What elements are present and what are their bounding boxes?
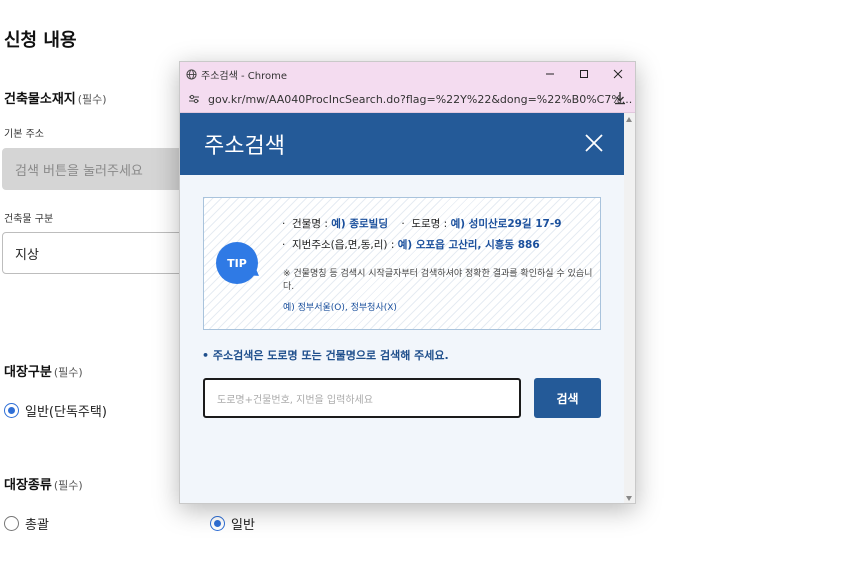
base-address-field: 검색 버튼을 눌러주세요 bbox=[2, 148, 202, 190]
tip-lot-label: 지번주소(읍,면,동,리) : bbox=[292, 239, 398, 251]
building-type-value: 지상 bbox=[15, 247, 39, 263]
ledger-type-option: 일반(단독주택) bbox=[25, 405, 107, 420]
minimize-icon[interactable] bbox=[533, 62, 567, 86]
base-address-label: 기본 주소 bbox=[4, 129, 44, 140]
chrome-globe-icon bbox=[186, 68, 197, 80]
tip-lot-example: 예) 오포읍 고산리, 시흥동 886 bbox=[397, 239, 540, 251]
ledger-kind-radio-general[interactable]: 일반 bbox=[210, 514, 255, 533]
search-input-placeholder: 도로명+건물번호, 지번을 입력하세요 bbox=[217, 394, 373, 406]
tip-building-label: 건물명 : bbox=[292, 218, 332, 230]
address-search-header: 주소검색 bbox=[180, 113, 624, 175]
close-window-icon[interactable] bbox=[601, 62, 635, 86]
search-guide: • 주소검색은 도로명 또는 건물명으로 검색해 주세요. bbox=[202, 349, 449, 362]
radio-unselected-icon bbox=[4, 516, 19, 531]
building-type-select[interactable]: 지상 bbox=[2, 232, 202, 274]
site-info-icon[interactable] bbox=[188, 93, 200, 105]
search-guide-text: 주소검색은 도로명 또는 건물명으로 검색해 주세요. bbox=[212, 349, 449, 362]
ledger-kind-radio-total[interactable]: 총괄 bbox=[4, 514, 49, 533]
ledger-kind-option-total: 총괄 bbox=[25, 518, 49, 533]
tip-line-1: · 건물명 : 예) 종로빌딩 · 도로명 : 예) 성미산로29길 17-9 bbox=[282, 218, 562, 230]
address-search-popup-window: 주소검색 - Chrome gov.kr/mw/AA040ProcIncSear… bbox=[179, 61, 636, 504]
tip-note-example: 예) 정부서울(O), 정부청사(X) bbox=[283, 303, 397, 313]
page-title: 신청 내용 bbox=[4, 30, 77, 51]
download-icon[interactable] bbox=[613, 90, 627, 106]
ledger-type-heading: 대장구분 (필수) bbox=[4, 361, 83, 380]
ledger-kind-heading: 대장종류 (필수) bbox=[4, 474, 83, 493]
base-address-placeholder: 검색 버튼을 눌러주세요 bbox=[15, 163, 143, 179]
tip-badge: TIP bbox=[216, 242, 258, 284]
required-badge: (필수) bbox=[53, 479, 83, 492]
building-location-label: 건축물소재지 bbox=[4, 92, 76, 107]
address-search-input[interactable]: 도로명+건물번호, 지번을 입력하세요 bbox=[203, 378, 521, 418]
window-titlebar: 주소검색 - Chrome bbox=[180, 62, 635, 86]
building-type-label: 건축물 구분 bbox=[4, 214, 54, 225]
maximize-icon[interactable] bbox=[567, 62, 601, 86]
radio-selected-icon bbox=[4, 403, 19, 418]
address-search-title: 주소검색 bbox=[204, 134, 285, 159]
scroll-down-icon[interactable] bbox=[626, 496, 632, 501]
building-location-heading: 건축물소재지 (필수) bbox=[4, 88, 107, 107]
tip-badge-label: TIP bbox=[227, 256, 247, 270]
scroll-up-icon[interactable] bbox=[626, 117, 632, 122]
required-badge: (필수) bbox=[53, 366, 83, 379]
ledger-type-radio-general[interactable]: 일반(단독주택) bbox=[4, 401, 107, 420]
tip-building-example: 예) 종로빌딩 bbox=[331, 218, 388, 230]
address-bar[interactable]: gov.kr/mw/AA040ProcIncSearch.do?flag=%22… bbox=[180, 86, 635, 113]
tip-line-2: · 지번주소(읍,면,동,리) : 예) 오포읍 고산리, 시흥동 886 bbox=[282, 239, 540, 251]
radio-selected-icon bbox=[210, 516, 225, 531]
ledger-kind-label: 대장종류 bbox=[4, 478, 52, 493]
close-icon[interactable] bbox=[584, 133, 604, 153]
ledger-type-label: 대장구분 bbox=[4, 365, 52, 380]
ledger-kind-option-general: 일반 bbox=[231, 518, 255, 533]
url-text: gov.kr/mw/AA040ProcIncSearch.do?flag=%22… bbox=[208, 92, 633, 106]
tip-note: ※ 건물명칭 등 검색시 시작글자부터 검색하셔야 정확한 결과를 확인하실 수… bbox=[283, 269, 593, 292]
popup-scrollbar[interactable] bbox=[624, 113, 635, 503]
required-badge: (필수) bbox=[77, 93, 107, 106]
tip-road-example: 예) 성미산로29길 17-9 bbox=[450, 218, 562, 230]
search-button[interactable]: 검색 bbox=[534, 378, 601, 418]
window-title: 주소검색 - Chrome bbox=[201, 70, 287, 82]
tip-road-label: 도로명 : bbox=[411, 218, 451, 230]
